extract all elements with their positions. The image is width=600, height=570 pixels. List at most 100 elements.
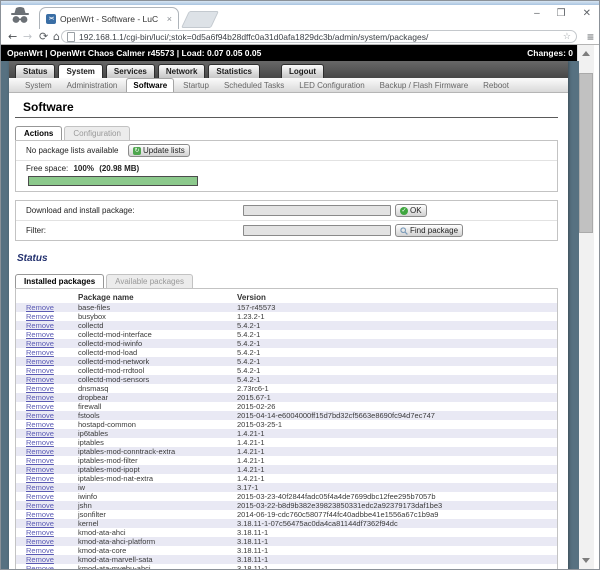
remove-link[interactable]: Remove	[26, 438, 54, 447]
sub-tab[interactable]: LED Configuration	[293, 79, 370, 92]
remove-link[interactable]: Remove	[26, 393, 54, 402]
back-icon[interactable]: ←	[8, 29, 17, 44]
section-tab: Configuration	[64, 126, 130, 140]
package-name: hostapd-common	[78, 420, 136, 429]
remove-link[interactable]: Remove	[26, 519, 54, 528]
package-version: 5.4.2-1	[237, 375, 260, 384]
remove-link[interactable]: Remove	[26, 357, 54, 366]
remove-link[interactable]: Remove	[26, 375, 54, 384]
table-row: Remove base-files 157-r45573	[16, 303, 557, 312]
sub-tab[interactable]: Reboot	[477, 79, 515, 92]
remove-link[interactable]: Remove	[26, 474, 54, 483]
main-tab[interactable]: Logout	[281, 64, 324, 78]
menu-icon[interactable]: ≡	[587, 31, 594, 43]
remove-link[interactable]: Remove	[26, 420, 54, 429]
table-row: Remove iwinfo 2015-03-23-40f2844fadc05f4…	[16, 492, 557, 501]
section-tab[interactable]: Installed packages	[15, 274, 104, 288]
free-space-label: Free space:	[26, 164, 68, 173]
table-row: Remove iptables 1.4.21-1	[16, 438, 557, 447]
package-version: 3.18.11-1	[237, 555, 268, 564]
table-row: Remove collectd 5.4.2-1	[16, 321, 557, 330]
scroll-down-icon[interactable]	[582, 558, 590, 563]
remove-link[interactable]: Remove	[26, 429, 54, 438]
update-lists-row: No package lists available ↻ Update list…	[16, 141, 557, 161]
package-name: iw	[78, 483, 85, 492]
download-input[interactable]	[243, 205, 391, 216]
table-row: Remove collectd-mod-iwinfo 5.4.2-1	[16, 339, 557, 348]
scrollbar-thumb[interactable]	[579, 73, 593, 233]
package-version: 2014-06-19-cdc760c58077f44fc40adbbe41e15…	[237, 510, 438, 519]
scroll-up-icon[interactable]	[582, 51, 590, 56]
remove-link[interactable]: Remove	[26, 384, 54, 393]
package-version: 5.4.2-1	[237, 348, 260, 357]
status-heading: Status	[17, 253, 560, 264]
remove-link[interactable]: Remove	[26, 447, 54, 456]
remove-link[interactable]: Remove	[26, 402, 54, 411]
ok-button[interactable]: ✓ OK	[395, 204, 427, 217]
remove-link[interactable]: Remove	[26, 321, 54, 330]
package-name: collectd-mod-iwinfo	[78, 339, 142, 348]
package-version: 1.4.21-1	[237, 456, 265, 465]
remove-link[interactable]: Remove	[26, 501, 54, 510]
package-name: dnsmasq	[78, 384, 108, 393]
find-package-button[interactable]: Find package	[395, 224, 463, 237]
column-version: Version	[237, 293, 266, 302]
remove-link[interactable]: Remove	[26, 555, 54, 564]
maximize-button[interactable]: ❒	[557, 5, 566, 23]
incognito-icon	[8, 6, 32, 31]
scrollbar[interactable]	[577, 45, 594, 569]
main-tab[interactable]: System	[58, 64, 102, 78]
table-row: Remove dropbear 2015.67-1	[16, 393, 557, 402]
remove-link[interactable]: Remove	[26, 465, 54, 474]
sub-tab[interactable]: Scheduled Tasks	[218, 79, 290, 92]
address-bar[interactable]: 192.168.1.1/cgi-bin/luci/;stok=0d5a6f94b…	[61, 30, 577, 43]
package-name: dropbear	[78, 393, 108, 402]
tab-close-icon[interactable]: ×	[167, 14, 172, 24]
table-row: Remove iptables-mod-filter 1.4.21-1	[16, 456, 557, 465]
sub-tab[interactable]: Startup	[177, 79, 215, 92]
new-tab-button[interactable]	[181, 11, 219, 28]
minimize-button[interactable]: –	[534, 5, 540, 23]
main-tab[interactable]: Network	[158, 64, 206, 78]
remove-link[interactable]: Remove	[26, 366, 54, 375]
changes-indicator[interactable]: Changes: 0	[527, 48, 573, 58]
remove-link[interactable]: Remove	[26, 492, 54, 501]
remove-link[interactable]: Remove	[26, 330, 54, 339]
remove-link[interactable]: Remove	[26, 528, 54, 537]
main-tab[interactable]: Status	[15, 64, 55, 78]
sub-tab[interactable]: Administration	[61, 79, 124, 92]
browser-titlebar: >< OpenWrt - Software - LuC × – ❒ ✕	[1, 5, 599, 29]
filter-input[interactable]	[243, 225, 391, 236]
remove-link[interactable]: Remove	[26, 537, 54, 546]
browser-tab[interactable]: >< OpenWrt - Software - LuC ×	[39, 7, 179, 29]
package-version: 1.4.21-1	[237, 429, 265, 438]
main-tab[interactable]: Services	[106, 64, 155, 78]
main-tab[interactable]: Statistics	[208, 64, 260, 78]
sub-tab[interactable]: System	[19, 79, 58, 92]
section-tab[interactable]: Actions	[15, 126, 62, 140]
remove-link[interactable]: Remove	[26, 546, 54, 555]
remove-link[interactable]: Remove	[26, 348, 54, 357]
package-version: 5.4.2-1	[237, 366, 260, 375]
remove-link[interactable]: Remove	[26, 411, 54, 420]
remove-link[interactable]: Remove	[26, 312, 54, 321]
update-lists-button[interactable]: ↻ Update lists	[128, 144, 190, 157]
remove-link[interactable]: Remove	[26, 456, 54, 465]
remove-link[interactable]: Remove	[26, 510, 54, 519]
bookmark-star-icon[interactable]: ☆	[563, 32, 571, 42]
remove-link[interactable]: Remove	[26, 564, 54, 570]
openwrt-favicon-icon: ><	[46, 14, 56, 24]
sub-tab[interactable]: Backup / Flash Firmware	[374, 79, 474, 92]
free-space-row: Free space: 100% (20.98 MB)	[16, 161, 557, 191]
remove-link[interactable]: Remove	[26, 483, 54, 492]
close-button[interactable]: ✕	[583, 5, 591, 23]
package-name: firewall	[78, 402, 101, 411]
home-icon[interactable]: ⌂	[53, 29, 60, 44]
sub-tab[interactable]: Software	[126, 78, 174, 92]
package-version: 1.4.21-1	[237, 447, 265, 456]
remove-link[interactable]: Remove	[26, 303, 54, 312]
remove-link[interactable]: Remove	[26, 339, 54, 348]
table-row: Remove collectd-mod-sensors 5.4.2-1	[16, 375, 557, 384]
refresh-icon[interactable]: ⟳	[39, 29, 48, 44]
forward-icon: →	[23, 29, 32, 44]
